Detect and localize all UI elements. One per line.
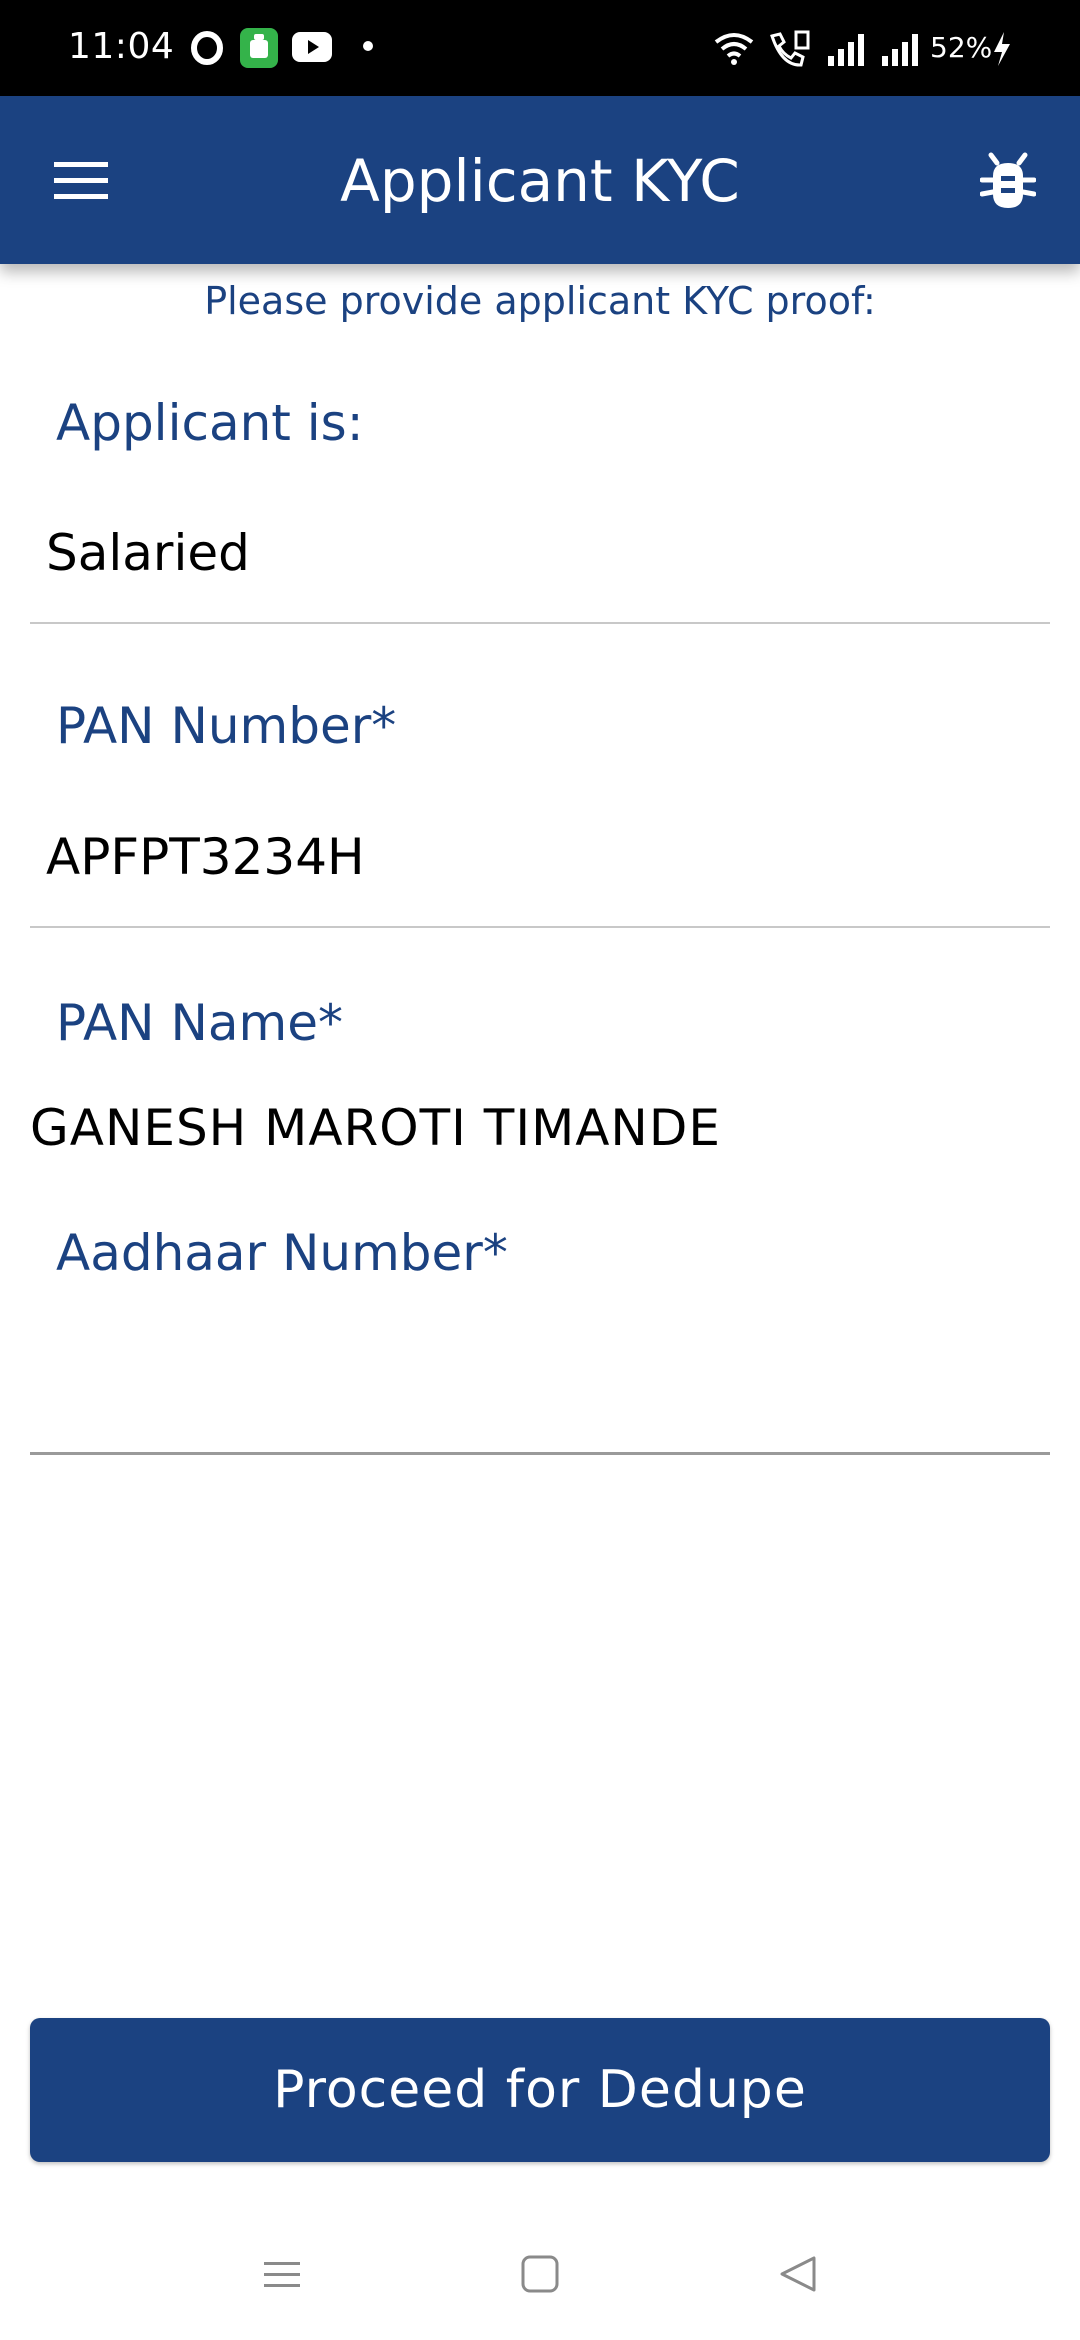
wifi-call-icon [770, 30, 810, 67]
charging-icon [994, 32, 1010, 66]
signal-icon [882, 34, 918, 66]
app-icon [240, 28, 278, 68]
home-icon[interactable] [520, 2254, 560, 2294]
app-bar: Applicant KYC [0, 96, 1080, 264]
opera-icon [191, 31, 223, 65]
applicant-type-label: Applicant is: [56, 394, 364, 452]
pan-number-field[interactable]: APFPT3234H [46, 826, 365, 888]
battery-percentage: 52% [930, 31, 993, 64]
applicant-type-divider [30, 622, 1050, 624]
back-icon[interactable] [778, 2254, 818, 2294]
form-instruction: Please provide applicant KYC proof: [204, 279, 876, 323]
wifi-icon [714, 33, 754, 65]
youtube-icon [292, 32, 332, 62]
aadhaar-number-label: Aadhaar Number* [56, 1224, 508, 1282]
pan-number-divider [30, 926, 1050, 928]
page-title: Applicant KYC [340, 147, 740, 215]
recents-icon[interactable] [262, 2254, 302, 2294]
proceed-for-dedupe-button[interactable]: Proceed for Dedupe [30, 2018, 1050, 2162]
status-time: 11:04 [68, 26, 175, 67]
applicant-type-value[interactable]: Salaried [46, 522, 250, 584]
signal-icon [828, 34, 864, 66]
pan-name-value: GANESH MAROTI TIMANDE [30, 1099, 721, 1157]
status-bar: 11:04 52% [0, 0, 1080, 96]
pan-number-label: PAN Number* [56, 697, 397, 755]
notification-dot-icon [363, 41, 373, 51]
aadhaar-number-divider [30, 1452, 1050, 1455]
navigation-bar [0, 2210, 1080, 2340]
aadhaar-number-field[interactable] [30, 1320, 1050, 1450]
bug-icon[interactable] [980, 152, 1036, 212]
pan-name-label: PAN Name* [56, 994, 343, 1052]
